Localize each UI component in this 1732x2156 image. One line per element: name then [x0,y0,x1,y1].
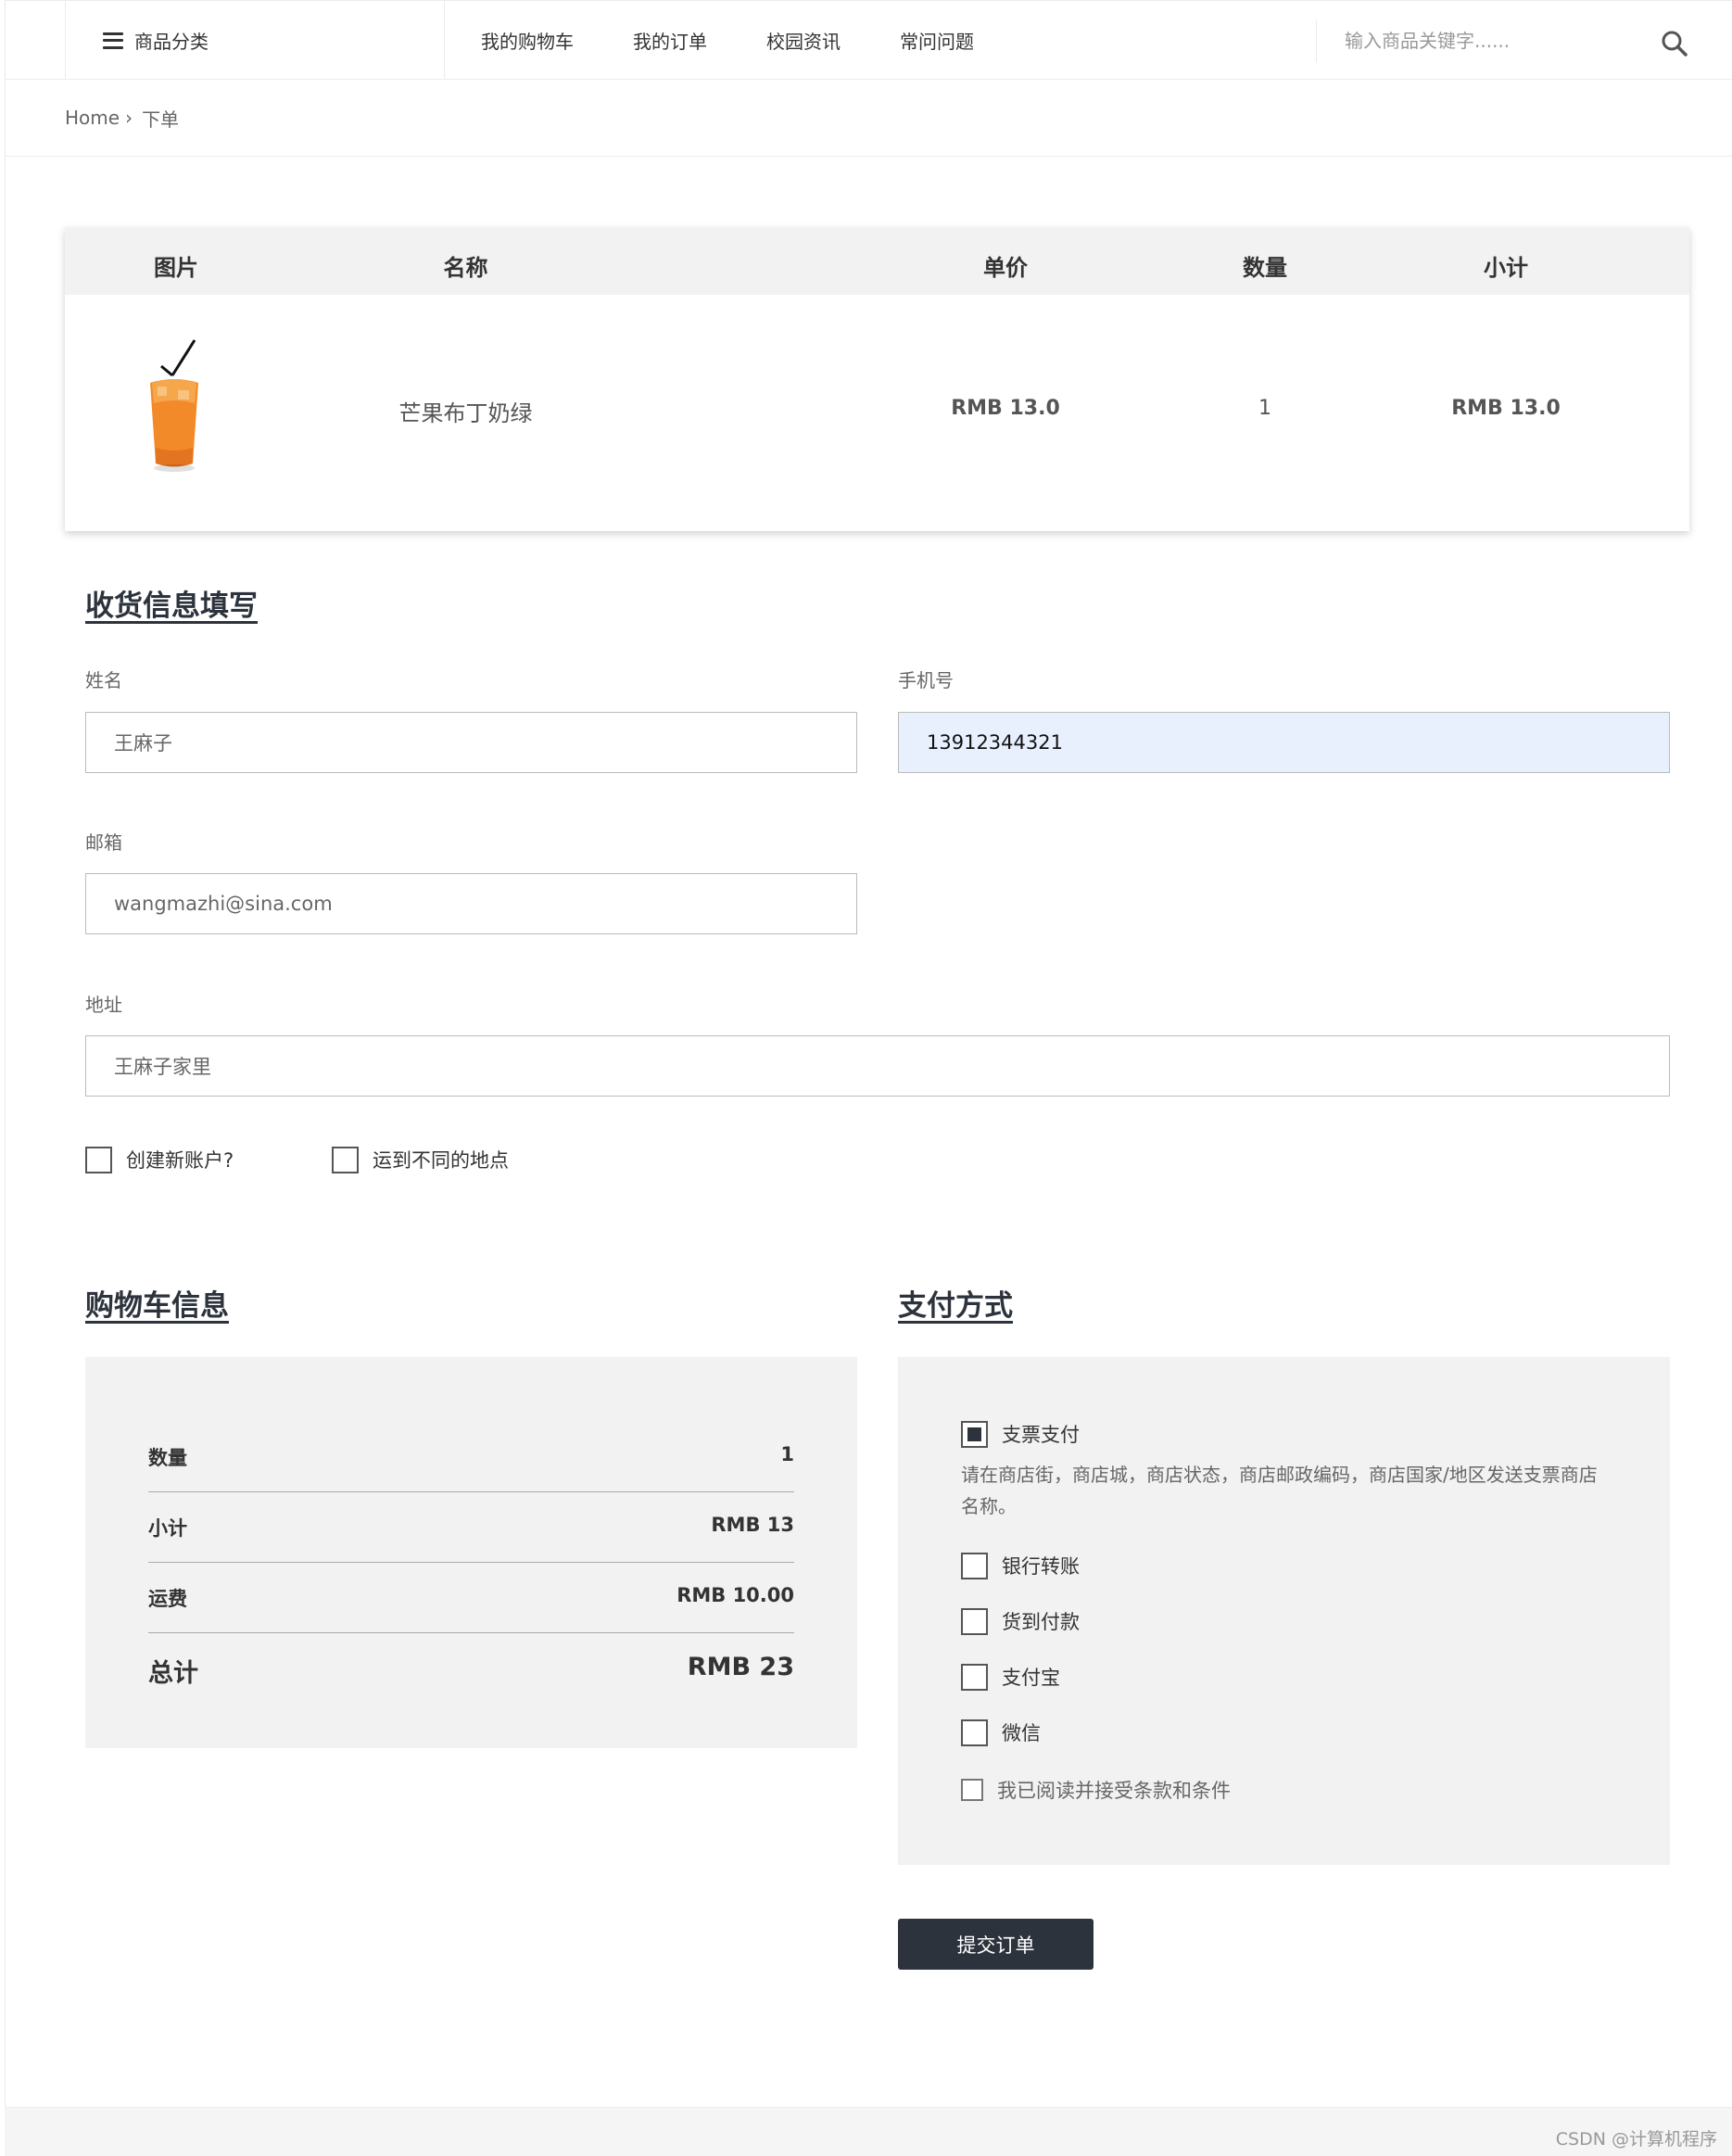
name-label: 姓名 [85,669,122,691]
cart-subtotal-label: 小计 [148,1517,187,1540]
email-label: 邮箱 [85,831,122,854]
divider [148,1491,794,1492]
breadcrumb-home[interactable]: Home [65,107,120,129]
breadcrumb-separator: › [125,107,133,129]
pay-wechat-checkbox[interactable] [961,1718,988,1746]
create-account-label: 创建新账户? [126,1149,234,1172]
header-subtotal: 小计 [1484,255,1528,281]
pay-bank-checkbox[interactable] [961,1552,988,1579]
phone-label: 手机号 [898,669,954,691]
cart-shipping-label: 运费 [148,1588,187,1610]
pay-cheque-checkbox[interactable] [961,1420,988,1448]
pay-alipay-checkbox[interactable] [961,1663,988,1691]
pay-alipay-option[interactable]: 支付宝 [961,1663,1060,1691]
create-account-checkbox[interactable] [85,1146,112,1173]
ship-different-option[interactable]: 运到不同的地点 [332,1146,509,1173]
product-image[interactable] [137,338,211,477]
cart-title: 购物车信息 [85,1289,229,1323]
product-price: RMB 13.0 [951,397,1060,420]
category-label: 商品分类 [134,31,209,53]
cart-total-label: 总计 [148,1659,198,1688]
divider [148,1562,794,1563]
pay-cheque-option[interactable]: 支票支付 [961,1420,1080,1448]
pay-bank-label: 银行转账 [1002,1555,1080,1578]
header-image: 图片 [154,255,198,281]
breadcrumb: Home › 下单 [5,80,1732,157]
menu-item-faq[interactable]: 常问问题 [900,27,974,54]
watermark: CSDN @计算机程序 [1555,2129,1717,2150]
pay-wechat-label: 微信 [1002,1722,1041,1744]
product-name[interactable]: 芒果布丁奶绿 [287,395,644,427]
pay-cheque-label: 支票支付 [1002,1424,1080,1446]
top-nav: 商品分类 我的购物车 我的订单 校园资讯 常问问题 [5,0,1732,80]
cart-qty-label: 数量 [148,1447,187,1469]
cart-subtotal-row: 小计 RMB 13 [148,1514,794,1541]
pay-cod-checkbox[interactable] [961,1607,988,1635]
create-account-option[interactable]: 创建新账户? [85,1146,234,1173]
cart-shipping-value: RMB 10.00 [676,1584,794,1606]
footer [5,2107,1732,2156]
table-header: 图片 名称 单价 数量 小计 [65,227,1689,295]
cart-qty-row: 数量 1 [148,1443,794,1471]
product-subtotal: RMB 13.0 [1451,397,1561,420]
search-box [1316,19,1732,62]
ship-different-label: 运到不同的地点 [373,1149,509,1172]
cart-total-row: 总计 RMB 23 [148,1653,794,1689]
divider [148,1632,794,1633]
pay-alipay-label: 支付宝 [1002,1667,1060,1689]
payment-methods: 支票支付 请在商店街，商店城，商店状态，商店邮政编码，商店国家/地区发送支票商店… [898,1357,1670,1865]
pay-cod-option[interactable]: 货到付款 [961,1607,1080,1635]
pay-cheque-description: 请在商店街，商店城，商店状态，商店邮政编码，商店国家/地区发送支票商店名称。 [961,1464,1598,1517]
cart-qty-value: 1 [780,1443,794,1465]
header-name: 名称 [443,255,488,281]
phone-field[interactable] [898,712,1670,773]
category-menu-button[interactable]: 商品分类 [65,1,445,80]
shipping-title: 收货信息填写 [85,590,258,623]
cart-total-value: RMB 23 [687,1653,794,1681]
name-field[interactable] [85,712,857,773]
terms-option[interactable]: 我已阅读并接受条款和条件 [961,1776,1231,1804]
cart-subtotal-value: RMB 13 [711,1514,794,1536]
product-qty: 1 [1258,397,1271,420]
main-menu: 我的购物车 我的订单 校园资讯 常问问题 [481,1,1033,80]
menu-item-cart[interactable]: 我的购物车 [481,27,574,54]
hamburger-icon [103,32,123,49]
breadcrumb-current: 下单 [142,108,180,131]
email-field[interactable] [85,873,857,934]
menu-item-orders[interactable]: 我的订单 [633,27,707,54]
terms-checkbox[interactable] [961,1779,983,1801]
search-input[interactable] [1317,30,1632,52]
search-icon[interactable] [1660,29,1689,58]
address-field[interactable] [85,1035,1670,1097]
menu-item-news[interactable]: 校园资讯 [766,27,841,54]
ship-different-checkbox[interactable] [332,1146,359,1173]
pay-bank-option[interactable]: 银行转账 [961,1552,1080,1579]
terms-label: 我已阅读并接受条款和条件 [997,1780,1231,1802]
header-qty: 数量 [1243,255,1287,281]
cart-shipping-row: 运费 RMB 10.00 [148,1584,794,1612]
header-price: 单价 [983,255,1028,281]
payment-title: 支付方式 [898,1289,1013,1323]
address-label: 地址 [85,994,122,1016]
pay-wechat-option[interactable]: 微信 [961,1718,1041,1746]
order-table: 图片 名称 单价 数量 小计 芒果布丁奶绿 RMB 13.0 1 RMB 13.… [65,227,1689,531]
pay-cod-label: 货到付款 [1002,1611,1080,1633]
cart-summary: 数量 1 小计 RMB 13 运费 RMB 10.00 总计 RMB 23 [85,1357,857,1748]
submit-order-button[interactable]: 提交订单 [898,1919,1094,1970]
